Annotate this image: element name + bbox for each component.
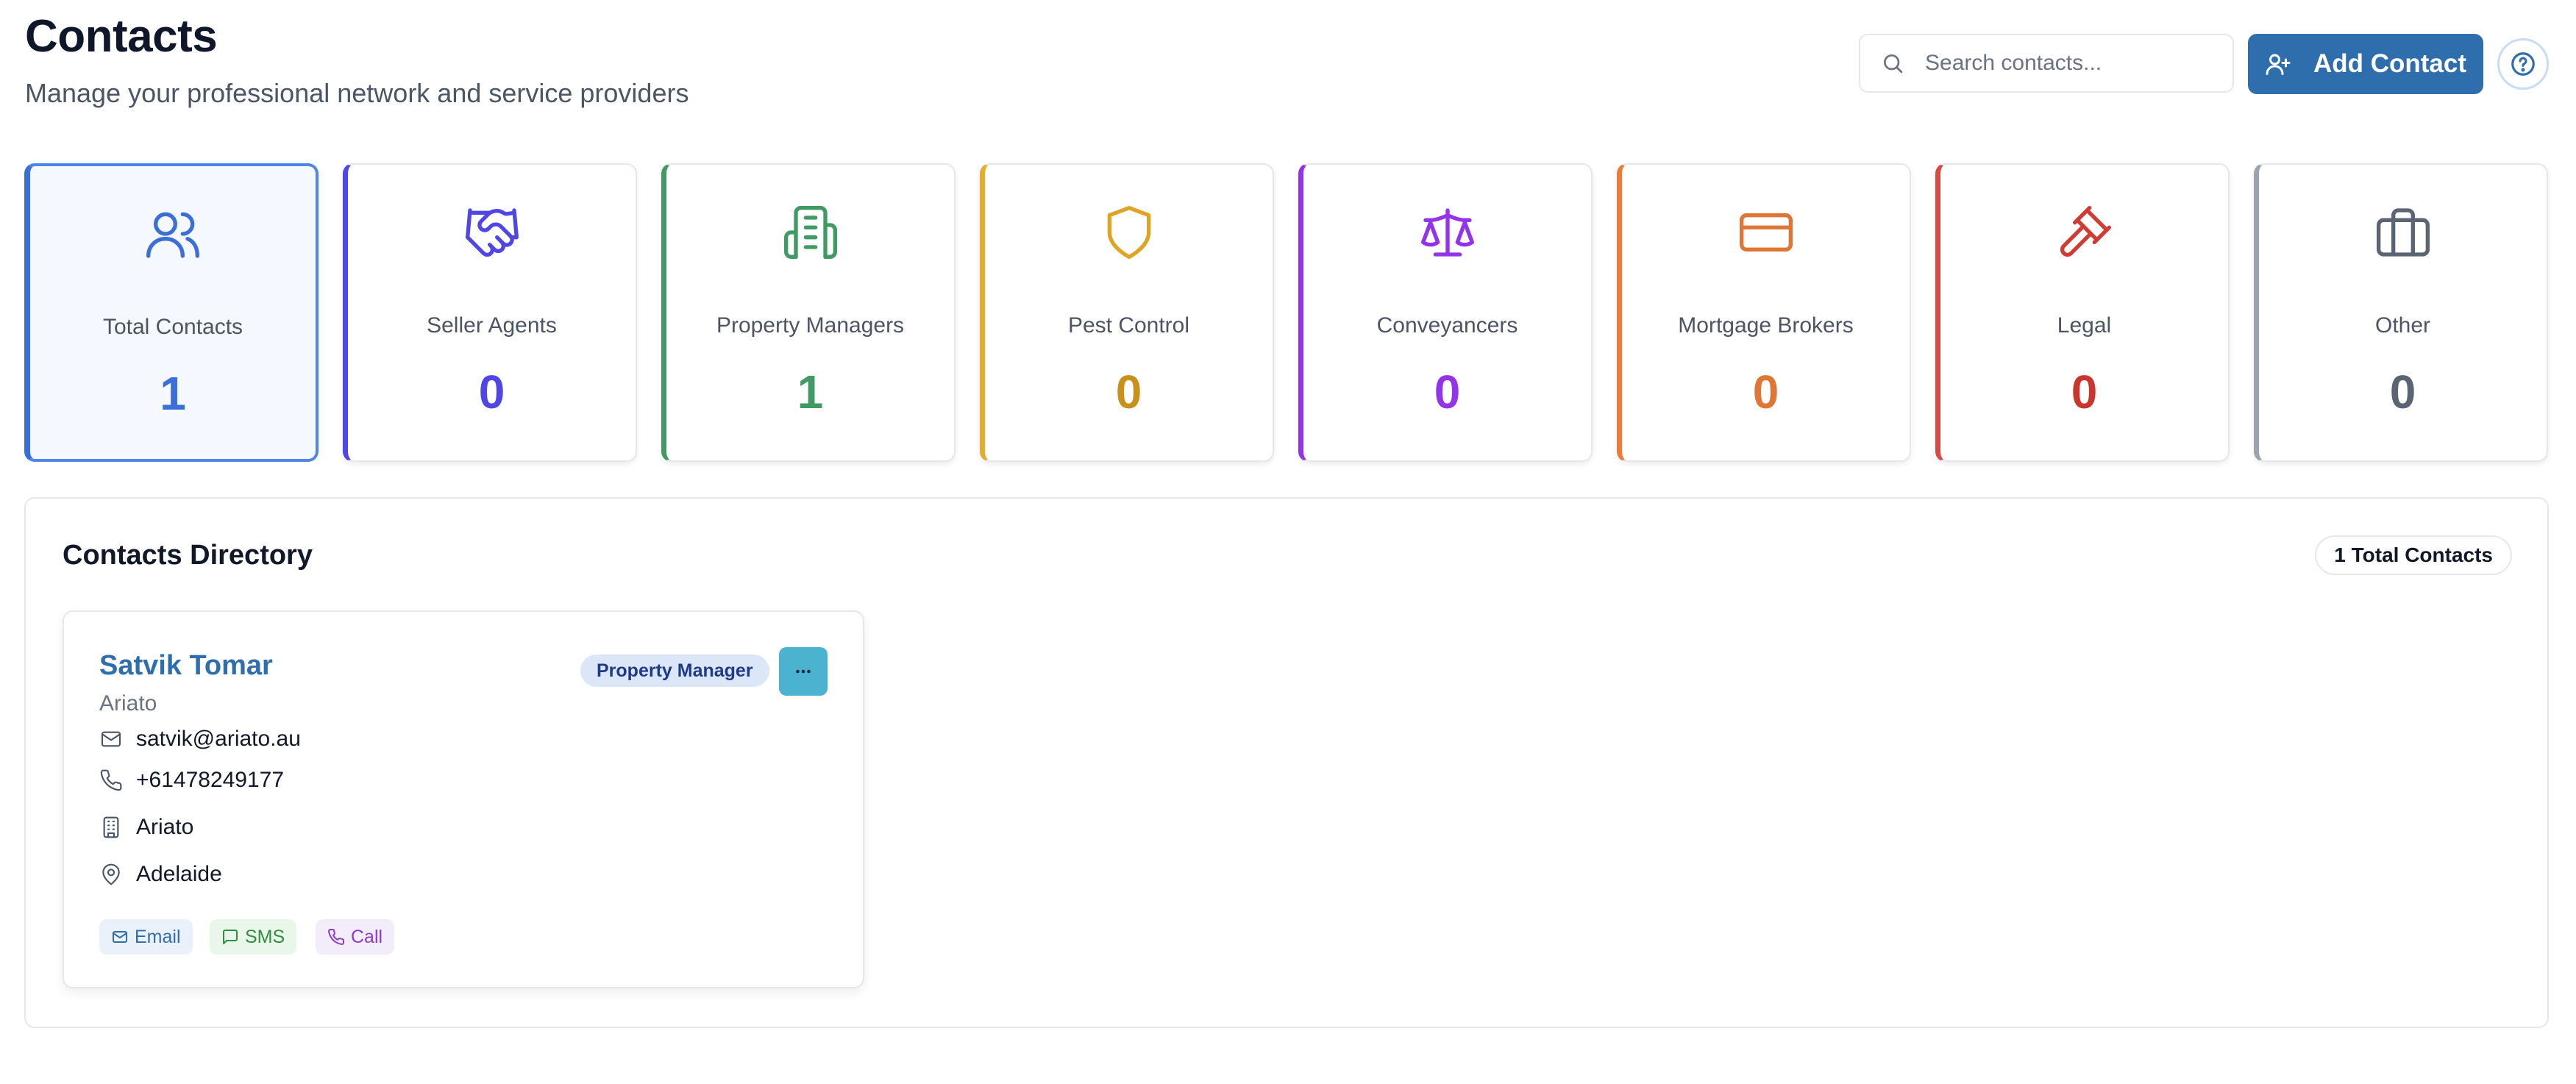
stat-count: 0 [1752,366,1779,418]
category-badge: Property Manager [580,655,769,687]
contact-phone: +61478249177 [136,768,285,792]
message-square-icon [223,930,238,944]
page-title: Contacts [25,11,218,62]
email-action-label: Email [135,926,181,947]
contact-card[interactable]: Satvik Tomar Ariato Property Manager sat… [63,610,864,988]
search-input[interactable] [1924,50,2221,76]
gavel-icon [2060,206,2111,257]
stat-label: Seller Agents [427,313,557,338]
stat-card-mortgage-brokers[interactable]: Mortgage Brokers 0 [1617,163,1911,462]
more-horizontal-icon [796,669,811,674]
stat-count: 0 [2071,366,2098,418]
contact-organization-row: Ariato [99,815,193,840]
mail-icon [113,931,127,943]
phone-icon [100,769,122,791]
shield-icon [1107,206,1150,260]
user-plus-icon [2266,54,2291,75]
map-pin-icon [102,863,120,885]
stat-card-conveyancers[interactable]: Conveyancers 0 [1298,163,1593,462]
contact-phone-row[interactable]: +61478249177 [99,768,284,793]
users-icon [146,212,200,258]
stat-card-property-managers[interactable]: Property Managers 1 [661,163,956,462]
stat-count: 0 [1115,366,1142,418]
add-contact-label: Add Contact [2313,49,2467,78]
stat-label: Mortgage Brokers [1678,313,1854,338]
mail-icon [101,731,121,747]
stat-card-legal[interactable]: Legal 0 [1935,163,2230,462]
add-contact-button[interactable]: Add Contact [2248,34,2483,94]
contact-name[interactable]: Satvik Tomar [99,650,273,682]
scale-icon [1420,208,1474,257]
search-box[interactable] [1859,34,2234,93]
sms-action-label: SMS [245,926,285,947]
credit-card-icon [1739,213,1793,252]
building-icon [103,816,119,838]
phone-icon [328,928,345,945]
email-action-button[interactable]: Email [99,919,193,955]
total-contacts-badge: 1 Total Contacts [2315,535,2512,575]
stat-label: Other [2374,313,2431,338]
more-options-button[interactable] [779,647,828,696]
call-action-label: Call [351,926,383,947]
call-action-button[interactable]: Call [316,919,395,955]
briefcase-icon [2376,208,2430,257]
stat-label: Legal [2057,313,2112,338]
stat-count: 1 [160,367,186,420]
contact-location: Adelaide [136,862,222,886]
page-subtitle: Manage your professional network and ser… [25,78,689,108]
stats-row: Total Contacts 1 Seller Agents 0 Propert… [24,163,2549,463]
building-icon [783,206,837,260]
contact-email: satvik@ariato.au [136,727,301,751]
stat-card-pest-control[interactable]: Pest Control 0 [980,163,1274,462]
stat-card-seller-agents[interactable]: Seller Agents 0 [343,163,637,462]
stat-label: Property Managers [716,313,905,338]
contacts-page: Contacts Manage your professional networ… [0,0,2576,1084]
stat-count: 0 [1434,366,1461,418]
contact-location-row: Adelaide [99,862,222,887]
search-icon [1884,54,1903,74]
stat-label: Total Contacts [102,315,243,339]
stat-label: Pest Control [1067,313,1190,338]
sms-action-button[interactable]: SMS [210,919,297,955]
contact-organization: Ariato [136,815,194,839]
help-circle-icon [2511,52,2535,76]
handshake-icon [465,208,519,257]
contact-email-row[interactable]: satvik@ariato.au [99,727,301,752]
directory-title: Contacts Directory [63,540,313,571]
stat-count: 0 [2389,366,2416,418]
stat-card-other[interactable]: Other 0 [2254,163,2548,462]
stat-card-total-contacts[interactable]: Total Contacts 1 [24,163,319,462]
help-button[interactable] [2497,38,2549,90]
contacts-directory: Contacts Directory 1 Total Contacts Satv… [24,497,2549,1028]
stat-label: Conveyancers [1376,313,1518,338]
contact-company: Ariato [99,691,157,716]
stat-count: 1 [797,366,824,418]
stat-count: 0 [478,366,505,418]
